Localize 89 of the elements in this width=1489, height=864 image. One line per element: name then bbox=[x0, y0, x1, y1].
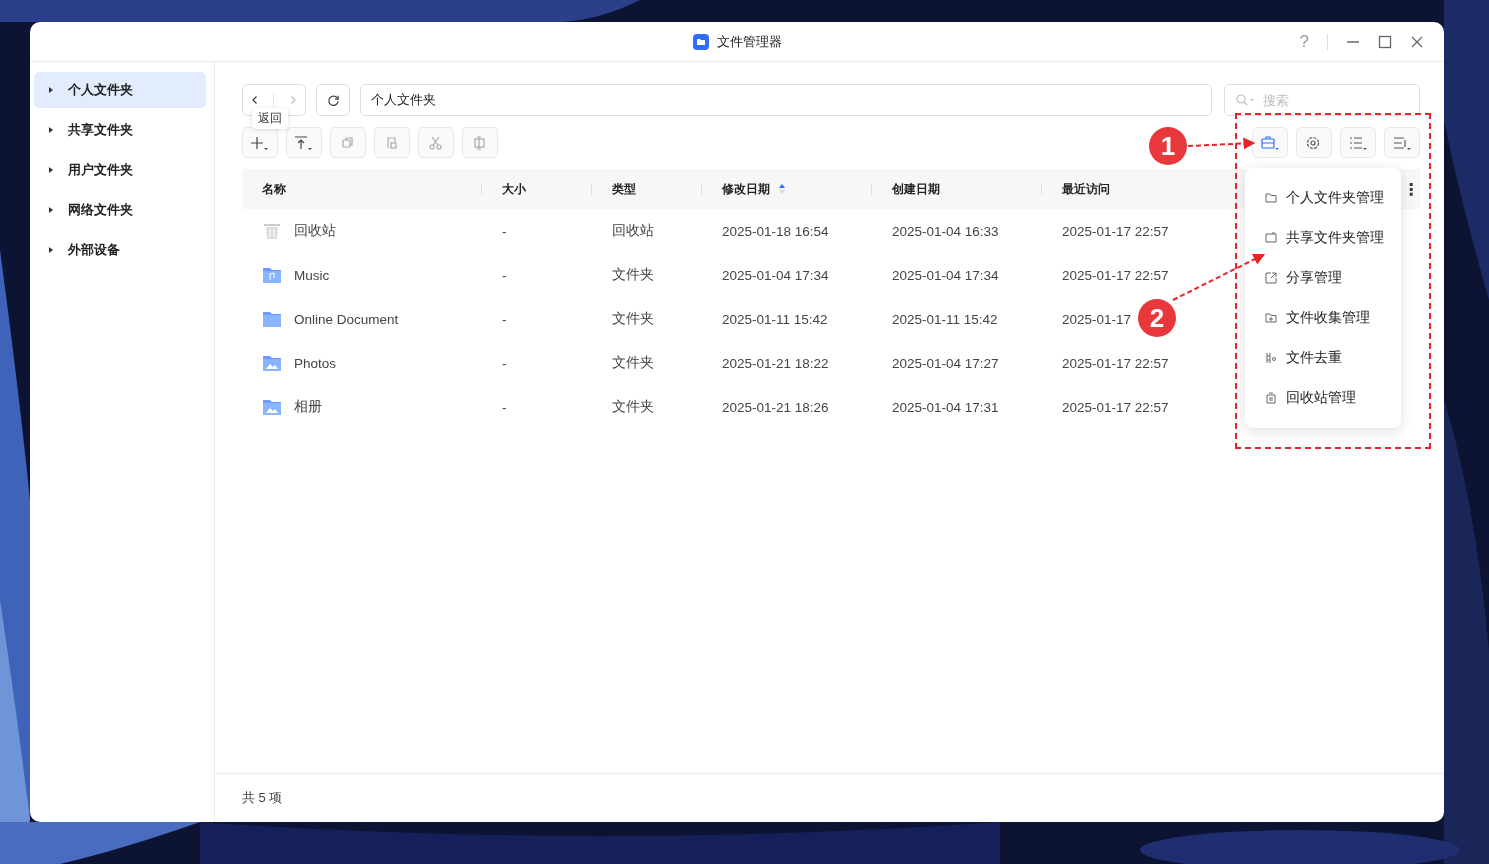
table-cell: 2025-01-17 22:57 bbox=[1062, 267, 1169, 283]
file-name[interactable]: Music bbox=[294, 267, 330, 283]
tools-icon bbox=[1260, 134, 1280, 151]
table-cell: 文件夹 bbox=[612, 310, 654, 328]
window-title: 文件管理器 bbox=[716, 32, 782, 51]
menu-item[interactable]: 共享文件夹管理 bbox=[1245, 218, 1401, 258]
table-cell: - bbox=[502, 311, 507, 327]
view-icon bbox=[1348, 134, 1368, 151]
settings-button[interactable] bbox=[1296, 127, 1332, 158]
expand-icon[interactable] bbox=[48, 206, 54, 214]
table-cell: 2025-01-04 17:34 bbox=[722, 267, 829, 283]
tools-button[interactable] bbox=[1252, 127, 1288, 158]
refresh-button[interactable] bbox=[316, 84, 350, 116]
annotation-arrow bbox=[1187, 137, 1256, 150]
folder-icon bbox=[262, 397, 282, 417]
folder-icon bbox=[262, 353, 282, 373]
file-name[interactable]: 回收站 bbox=[294, 222, 336, 240]
table-cell: 2025-01-17 bbox=[1062, 311, 1132, 327]
sidebar-item[interactable]: 共享文件夹 bbox=[34, 112, 206, 148]
step-number: 2 bbox=[1138, 299, 1176, 337]
step-number: 1 bbox=[1149, 127, 1187, 165]
table-cell: 2025-01-11 15:42 bbox=[722, 311, 828, 327]
folder-icon bbox=[262, 265, 282, 285]
file-name[interactable]: Online Document bbox=[294, 311, 399, 327]
sort-icon bbox=[1392, 134, 1412, 151]
trash-icon bbox=[1265, 392, 1277, 404]
refresh-icon bbox=[326, 93, 340, 107]
table-cell: 2025-01-04 17:27 bbox=[892, 355, 999, 371]
view-button[interactable] bbox=[1340, 127, 1376, 158]
column-header[interactable]: 创建日期 bbox=[892, 180, 940, 198]
table-cell: 2025-01-18 16:54 bbox=[722, 223, 829, 239]
maximize-icon[interactable] bbox=[1378, 34, 1392, 49]
table-cell: 文件夹 bbox=[612, 354, 654, 372]
table-cell: 2025-01-11 15:42 bbox=[892, 311, 998, 327]
folder-icon bbox=[262, 309, 282, 329]
folder-icon bbox=[1265, 232, 1277, 244]
add-icon bbox=[250, 134, 270, 151]
menu-item[interactable]: 分享管理 bbox=[1245, 258, 1401, 298]
table-cell: 2025-01-04 16:33 bbox=[892, 223, 999, 239]
sort-button[interactable] bbox=[1384, 127, 1420, 158]
path-field[interactable]: 个人文件夹 bbox=[360, 84, 1212, 116]
add-button[interactable] bbox=[242, 127, 278, 158]
table-cell: 2025-01-21 18:22 bbox=[722, 355, 829, 371]
expand-icon[interactable] bbox=[48, 86, 54, 94]
folder-icon bbox=[692, 33, 709, 50]
expand-icon[interactable] bbox=[48, 126, 54, 134]
column-header[interactable]: 最近访问 bbox=[1062, 180, 1110, 198]
table-cell: - bbox=[502, 399, 507, 415]
expand-icon[interactable] bbox=[48, 246, 54, 254]
column-header[interactable]: 大小 bbox=[502, 180, 526, 198]
table-cell: 2025-01-21 18:26 bbox=[722, 399, 829, 415]
column-header[interactable]: 名称 bbox=[262, 180, 286, 198]
table-cell: 文件夹 bbox=[612, 398, 654, 416]
tooltip: 返回 bbox=[252, 108, 288, 129]
menu-item[interactable]: 回收站管理 bbox=[1245, 378, 1401, 418]
table-cell: 文件夹 bbox=[612, 266, 654, 284]
sidebar-item[interactable]: 网络文件夹 bbox=[34, 192, 206, 228]
sidebar-item[interactable]: 外部设备 bbox=[34, 232, 206, 268]
file-name[interactable]: Photos bbox=[294, 355, 337, 371]
upload-icon bbox=[294, 134, 314, 151]
trash-icon bbox=[262, 221, 282, 241]
menu-item[interactable]: 个人文件夹管理 bbox=[1245, 178, 1401, 218]
folder-icon bbox=[1265, 312, 1277, 324]
file-name[interactable]: 相册 bbox=[294, 398, 322, 416]
column-header[interactable]: 类型 bbox=[612, 180, 636, 198]
table-cell: 2025-01-04 17:31 bbox=[892, 399, 999, 415]
close-icon[interactable] bbox=[1410, 34, 1424, 49]
share-icon bbox=[1265, 272, 1277, 284]
menu-item[interactable]: 文件收集管理 bbox=[1245, 298, 1401, 338]
table-cell: 2025-01-17 22:57 bbox=[1062, 355, 1169, 371]
table-cell: 2025-01-04 17:34 bbox=[892, 267, 999, 283]
item-count: 共 5 项 bbox=[242, 789, 283, 807]
folder-icon bbox=[1265, 192, 1277, 204]
search-field[interactable]: 搜索 bbox=[1224, 84, 1420, 116]
expand-icon[interactable] bbox=[48, 166, 54, 174]
more-icon[interactable]: ⋮ bbox=[1403, 179, 1419, 199]
column-header[interactable]: 修改日期 bbox=[722, 180, 770, 198]
dedupe-icon bbox=[1265, 352, 1277, 364]
table-cell: - bbox=[502, 355, 507, 371]
sort-icon bbox=[778, 183, 786, 195]
table-cell: 回收站 bbox=[612, 222, 654, 240]
upload-button[interactable] bbox=[286, 127, 322, 158]
table-cell: - bbox=[502, 223, 507, 239]
sidebar-item[interactable]: 个人文件夹 bbox=[34, 72, 206, 108]
table-cell: 2025-01-17 22:57 bbox=[1062, 223, 1169, 239]
menu-item[interactable]: 文件去重 bbox=[1245, 338, 1401, 378]
table-cell: 2025-01-17 22:57 bbox=[1062, 399, 1169, 415]
table-cell: - bbox=[502, 267, 507, 283]
sidebar-item[interactable]: 用户文件夹 bbox=[34, 152, 206, 188]
